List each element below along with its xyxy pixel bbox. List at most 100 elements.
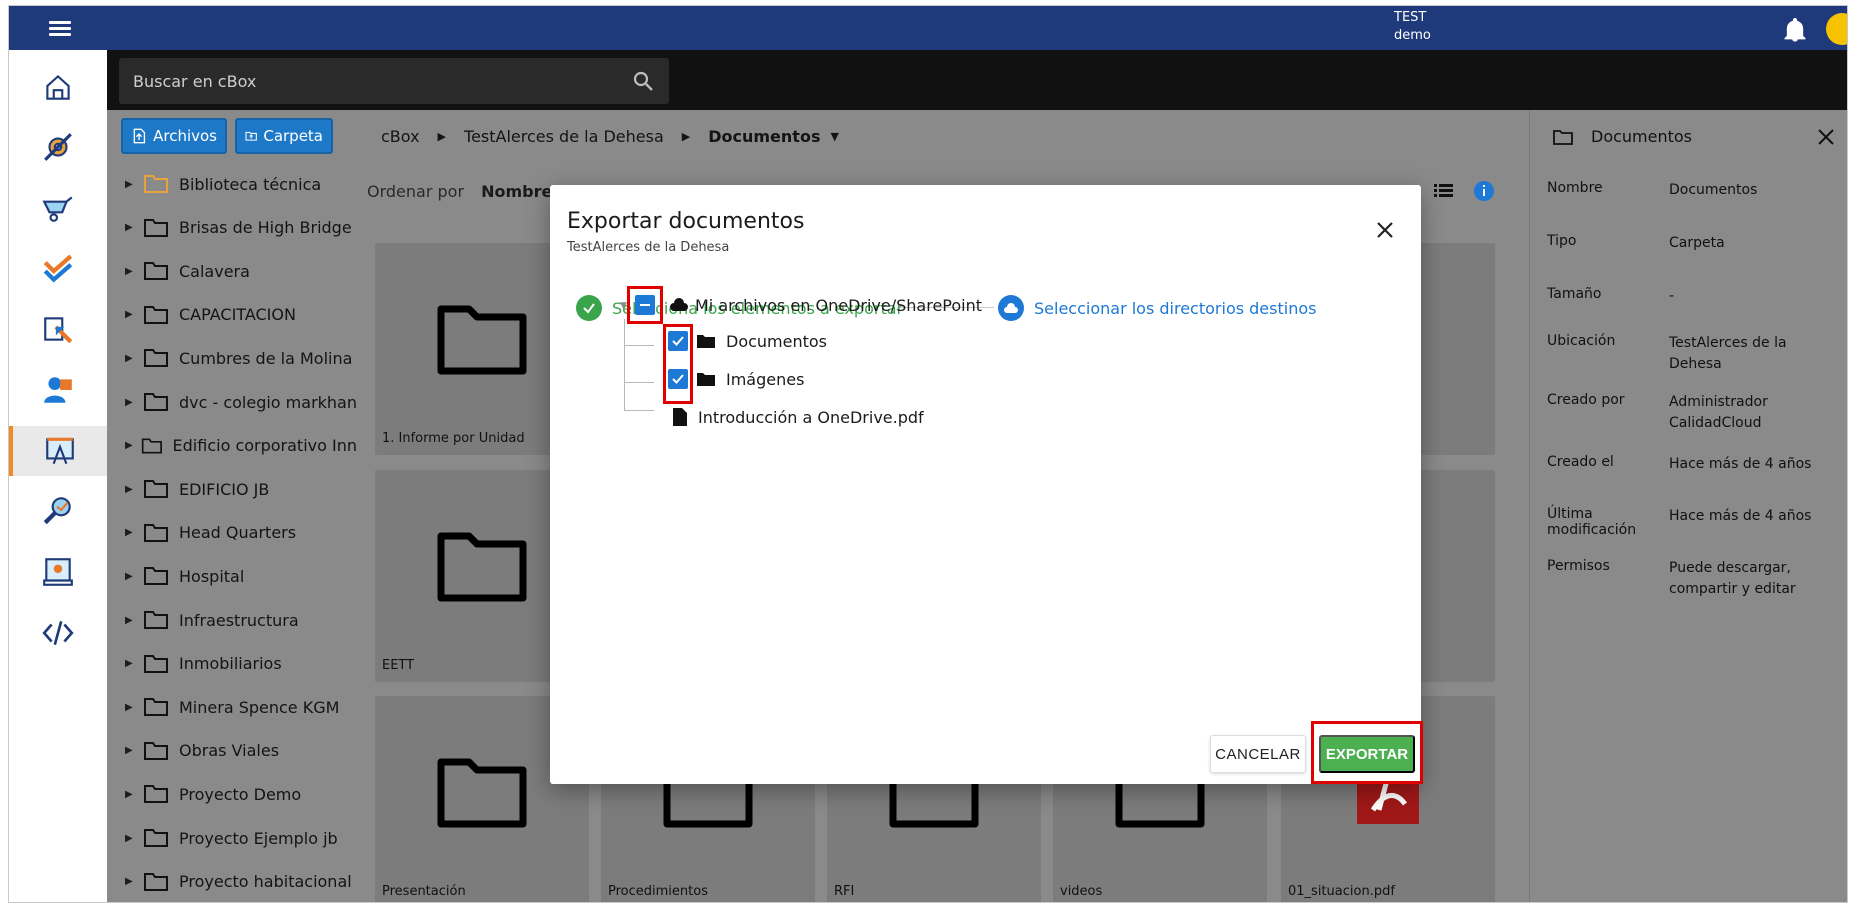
sidebar-folder-item[interactable]: ▶ Proyecto habitacional bbox=[107, 864, 357, 900]
sidebar-folder-item[interactable]: ▶ Proyecto Ejemplo jb bbox=[107, 820, 357, 856]
rail-works[interactable] bbox=[9, 183, 107, 233]
settings-icon bbox=[44, 133, 72, 161]
cloud-icon bbox=[670, 298, 688, 311]
sidebar-folder-item[interactable]: ▶ CAPACITACION bbox=[107, 297, 357, 333]
sidebar-folder-item[interactable]: ▶ Head Quarters bbox=[107, 515, 357, 551]
folder-icon bbox=[144, 567, 168, 586]
expand-arrow-icon[interactable]: ▶ bbox=[125, 702, 139, 713]
app-frame: TEST demo Buscar en cBox Archivos Carpet… bbox=[8, 5, 1848, 903]
sidebar-folder-item[interactable]: ▶ Infraestructura bbox=[107, 602, 357, 638]
sidebar-folder-item[interactable]: ▶ dvc - colegio markhan bbox=[107, 384, 357, 420]
sidebar-folder-item[interactable]: ▶ Edificio corporativo Inn bbox=[107, 428, 357, 464]
search-placeholder: Buscar en cBox bbox=[133, 72, 257, 91]
folder-name: Infraestructura bbox=[179, 610, 299, 630]
tree-child-row[interactable]: Introducción a OneDrive.pdf bbox=[668, 407, 924, 427]
info-panel-title: Documentos bbox=[1553, 127, 1692, 146]
expand-arrow-icon[interactable]: ▶ bbox=[125, 309, 139, 320]
dialog-title: Exportar documentos bbox=[567, 209, 805, 234]
cancel-button[interactable]: CANCELAR bbox=[1210, 735, 1306, 773]
chevron-down-icon[interactable]: ▼ bbox=[830, 130, 838, 143]
close-icon[interactable] bbox=[1817, 128, 1835, 146]
tree-child-label: Documentos bbox=[726, 331, 828, 351]
folder-icon bbox=[144, 611, 168, 629]
expand-arrow-icon[interactable]: ▶ bbox=[125, 222, 139, 233]
close-icon[interactable] bbox=[1376, 221, 1394, 239]
sidebar-folder-item[interactable]: ▶ EDIFICIO JB bbox=[107, 471, 357, 507]
user-info[interactable]: TEST demo bbox=[1394, 9, 1431, 45]
rail-code[interactable] bbox=[9, 608, 107, 658]
expand-arrow-icon[interactable]: ▶ bbox=[125, 266, 139, 277]
breadcrumb-current[interactable]: Documentos bbox=[708, 127, 820, 146]
info-icon[interactable] bbox=[1474, 181, 1494, 201]
highlight-box bbox=[1311, 721, 1423, 784]
rail-export[interactable] bbox=[9, 304, 107, 354]
info-key: Tamaño bbox=[1547, 286, 1602, 302]
folder-icon bbox=[697, 335, 715, 348]
rail-checklist[interactable] bbox=[9, 244, 107, 294]
sort-label: Ordenar por bbox=[367, 182, 465, 201]
sidebar-folder-item[interactable]: ▶ Minera Spence KGM bbox=[107, 689, 357, 725]
expand-arrow-icon[interactable]: ▶ bbox=[125, 833, 139, 844]
home-icon bbox=[46, 74, 70, 100]
search-input[interactable]: Buscar en cBox bbox=[119, 58, 669, 104]
sidebar-folder-item[interactable]: ▶ Hospital bbox=[107, 558, 357, 594]
expand-arrow-icon[interactable]: ▶ bbox=[125, 397, 139, 408]
breadcrumb-project[interactable]: TestAlerces de la Dehesa bbox=[464, 127, 664, 146]
sidebar-folder-item[interactable]: ▶ Obras Viales bbox=[107, 733, 357, 769]
sort-control[interactable]: Ordenar por Nombre bbox=[367, 182, 552, 201]
certificate-icon bbox=[43, 558, 73, 586]
avatar[interactable] bbox=[1826, 13, 1847, 45]
sort-value[interactable]: Nombre bbox=[481, 182, 552, 201]
tree-expand-arrow[interactable]: ▼ bbox=[620, 301, 627, 311]
info-key: Creado el bbox=[1547, 454, 1614, 470]
sidebar-folder-item[interactable]: ▶ Proyecto Demo bbox=[107, 776, 357, 812]
expand-arrow-icon[interactable]: ▶ bbox=[125, 179, 139, 190]
upload-files-button[interactable]: Archivos bbox=[121, 118, 227, 154]
folder-icon bbox=[144, 872, 168, 891]
rail-settings[interactable] bbox=[9, 122, 107, 172]
sidebar-folder-item[interactable]: ▶ Biblioteca técnica bbox=[107, 166, 357, 202]
expand-arrow-icon[interactable]: ▶ bbox=[125, 745, 139, 756]
info-value: Puede descargar, compartir y editar bbox=[1669, 560, 1796, 597]
folder-icon bbox=[697, 373, 715, 386]
bell-icon[interactable] bbox=[1781, 16, 1809, 44]
sidebar-folder-item[interactable]: ▶ Calavera bbox=[107, 253, 357, 289]
rail-cbox[interactable] bbox=[9, 426, 107, 476]
folder-name: dvc - colegio markhan bbox=[178, 392, 357, 412]
sidebar-folder-item[interactable]: ▶ Inmobiliarios bbox=[107, 646, 357, 682]
view-toggles bbox=[1434, 181, 1494, 201]
folder-icon bbox=[144, 349, 168, 368]
rail-inspect[interactable] bbox=[9, 486, 107, 536]
folder-icon bbox=[144, 654, 168, 673]
expand-arrow-icon[interactable]: ▶ bbox=[125, 658, 139, 669]
breadcrumb-root[interactable]: cBox bbox=[381, 127, 420, 146]
breadcrumb: cBox ▶ TestAlerces de la Dehesa ▶ Docume… bbox=[381, 127, 839, 146]
rail-certificate[interactable] bbox=[9, 547, 107, 597]
upload-folder-button[interactable]: Carpeta bbox=[235, 118, 333, 154]
expand-arrow-icon[interactable]: ▶ bbox=[125, 615, 139, 626]
expand-arrow-icon[interactable]: ▶ bbox=[125, 571, 139, 582]
rail-users[interactable] bbox=[9, 365, 107, 415]
info-key: Nombre bbox=[1547, 180, 1603, 196]
sidebar-folder-item[interactable]: ▶ Cumbres de la Molina bbox=[107, 340, 357, 376]
expand-arrow-icon[interactable]: ▶ bbox=[125, 876, 139, 887]
expand-arrow-icon[interactable]: ▶ bbox=[125, 527, 139, 538]
search-icon[interactable] bbox=[631, 69, 655, 93]
folder-icon bbox=[144, 523, 168, 542]
tree-child-label: Imágenes bbox=[726, 369, 805, 389]
tree-guide bbox=[624, 382, 654, 383]
expand-arrow-icon[interactable]: ▶ bbox=[125, 789, 139, 800]
folder-name: Head Quarters bbox=[179, 523, 297, 543]
info-value: Carpeta bbox=[1669, 235, 1725, 251]
expand-arrow-icon[interactable]: ▶ bbox=[125, 353, 139, 364]
hamburger-menu-icon[interactable] bbox=[49, 18, 71, 38]
sidebar-folder-item[interactable]: ▶ Brisas de High Bridge bbox=[107, 210, 357, 246]
rail-home[interactable] bbox=[9, 62, 107, 112]
step-select-destinations[interactable]: Seleccionar los directorios destinos bbox=[998, 295, 1316, 321]
folder-icon bbox=[437, 758, 527, 828]
info-key: Creado por bbox=[1547, 392, 1625, 408]
list-view-icon[interactable] bbox=[1434, 184, 1453, 197]
expand-arrow-icon[interactable]: ▶ bbox=[125, 440, 137, 451]
tree-root-row[interactable]: Mi archivos en OneDrive/SharePoint bbox=[635, 295, 982, 315]
expand-arrow-icon[interactable]: ▶ bbox=[125, 484, 139, 495]
